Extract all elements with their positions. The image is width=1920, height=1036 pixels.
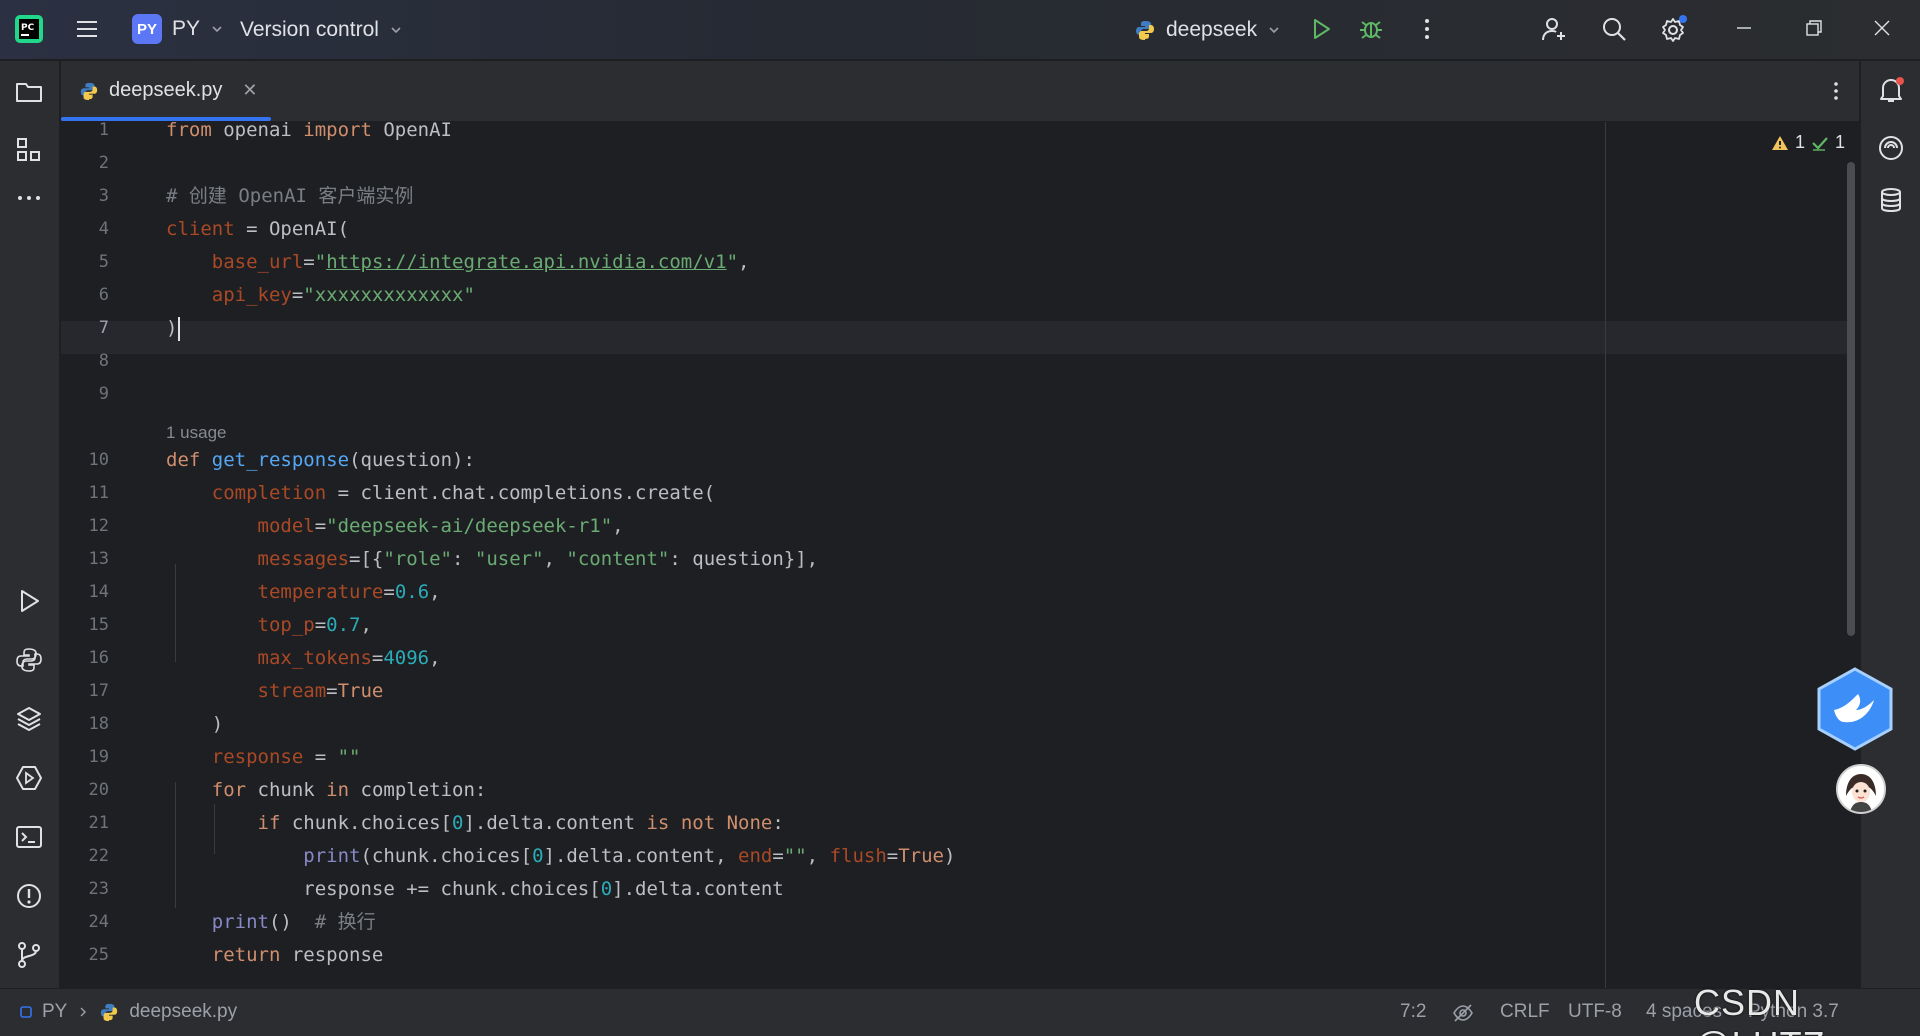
inspection-off-icon[interactable] <box>1452 1002 1474 1024</box>
chevron-right-icon <box>77 1006 89 1018</box>
main-menu-icon[interactable] <box>74 16 100 42</box>
usage-hint[interactable]: 1 usage <box>166 423 227 443</box>
python-console-icon[interactable] <box>14 645 44 675</box>
inspections-widget[interactable]: 1 1 <box>1771 132 1860 153</box>
python-file-icon <box>99 1002 119 1022</box>
project-badge: PY <box>132 14 162 44</box>
pycharm-logo-icon[interactable]: PC <box>14 14 44 44</box>
code-line: max_tokens=4096, <box>257 647 441 669</box>
breadcrumb: PY deepseek.py <box>20 1001 237 1023</box>
project-widget[interactable]: PY PY <box>132 14 224 44</box>
code-line: print() # 换行 <box>211 911 376 933</box>
terminal-icon[interactable] <box>14 822 44 852</box>
ok-count: 1 <box>1835 132 1846 152</box>
more-vertical-icon[interactable] <box>1414 16 1440 42</box>
title-bar: PC PY PY Version control deepseek <box>0 0 1920 60</box>
version-control-widget[interactable]: Version control <box>240 18 403 42</box>
code-line: return response <box>211 944 384 966</box>
close-window-icon[interactable] <box>1870 16 1894 40</box>
debug-bug-icon[interactable] <box>1358 16 1384 42</box>
close-tab-icon[interactable]: ✕ <box>242 80 257 101</box>
tab-label: deepseek.py <box>109 79 223 101</box>
code-editor[interactable]: 1 2 3 4 5 6 7 8 9 10 11 12 13 14 15 16 17 18 19 20 21 22 23 24 2… <box>61 122 1860 988</box>
problems-icon[interactable] <box>14 881 44 911</box>
minimize-icon[interactable] <box>1732 16 1756 40</box>
line-separator[interactable]: CRLF <box>1500 1001 1550 1023</box>
check-icon <box>1811 134 1829 152</box>
python-file-icon <box>79 81 99 101</box>
code-line: top_p=0.7, <box>257 614 372 636</box>
breadcrumb-project[interactable]: PY <box>42 1001 67 1023</box>
git-branch-icon[interactable] <box>14 940 44 970</box>
vertical-scrollbar[interactable] <box>1847 162 1855 636</box>
code-line: print(chunk.choices[0].delta.content, en… <box>303 845 956 867</box>
code-line: from openai import OpenAI <box>166 122 452 141</box>
code-line: # 创建 OpenAI 客户端实例 <box>166 185 414 207</box>
code-area: 1 usage from openai import OpenAI # 创建 Op… <box>61 122 1860 988</box>
search-icon[interactable] <box>1600 15 1628 43</box>
code-line: ) <box>166 713 224 735</box>
project-name: PY <box>172 17 201 40</box>
project-square-icon <box>20 1006 32 1018</box>
text-caret <box>178 316 181 341</box>
python-packages-icon[interactable] <box>14 704 44 734</box>
warnings-count: 1 <box>1795 132 1806 152</box>
warning-icon <box>1771 134 1789 152</box>
structure-icon[interactable] <box>14 135 44 165</box>
ai-bird-assistant-icon[interactable] <box>1812 666 1898 752</box>
code-line: temperature=0.6, <box>257 581 441 603</box>
code-line: def get_response(question): <box>166 449 475 471</box>
code-line: if chunk.choices[0].delta.content is not… <box>257 812 784 834</box>
file-encoding[interactable]: UTF-8 <box>1568 1001 1622 1023</box>
database-icon[interactable] <box>1876 185 1906 215</box>
gear-icon[interactable] <box>1658 14 1688 44</box>
code-line: for chunk in completion: <box>211 779 487 801</box>
run-tool-icon[interactable] <box>14 586 44 616</box>
python-icon <box>1134 19 1156 41</box>
status-bar: PY deepseek.py 7:2 CRLF UTF-8 4 spaces P… <box>0 988 1920 1036</box>
project-folder-icon[interactable] <box>14 77 44 107</box>
code-line: response = "" <box>211 746 361 768</box>
code-line: completion = client.chat.completions.cre… <box>211 482 716 504</box>
restore-window-icon[interactable] <box>1802 16 1826 40</box>
run-icon[interactable] <box>1308 16 1334 42</box>
chevron-down-icon <box>210 22 224 36</box>
code-line: messages=[{"role": "user", "content": qu… <box>257 548 819 570</box>
code-line: base_url="https://integrate.api.nvidia.c… <box>211 251 750 273</box>
tab-options-icon[interactable] <box>1824 79 1848 103</box>
chevron-down-icon <box>1267 23 1281 37</box>
run-configuration-selector[interactable]: deepseek <box>1134 18 1281 42</box>
right-tool-strip <box>1860 61 1920 988</box>
watermark: CSDN @LHTZ <box>1694 982 1825 1036</box>
add-user-icon[interactable] <box>1540 15 1568 43</box>
notifications-bell-icon[interactable] <box>1876 75 1906 105</box>
ide-window: PC PY PY Version control deepseek deepse… <box>0 0 1920 1036</box>
run-config-name: deepseek <box>1166 18 1258 41</box>
breadcrumb-file[interactable]: deepseek.py <box>129 1001 237 1023</box>
code-line: api_key="xxxxxxxxxxxxx" <box>211 284 475 306</box>
code-line: response += chunk.choices[0].delta.conte… <box>166 878 784 900</box>
editor-tab-bar: deepseek.py ✕ <box>61 61 1859 122</box>
avatar[interactable] <box>1836 764 1886 814</box>
vcs-label: Version control <box>240 18 379 41</box>
code-line: stream=True <box>257 680 384 702</box>
active-tab-indicator <box>61 117 271 121</box>
ai-assistant-icon[interactable] <box>1876 133 1906 163</box>
chevron-down-icon <box>389 23 403 37</box>
code-line: ) <box>166 312 181 345</box>
code-line: client = OpenAI( <box>166 218 350 240</box>
tab-deepseek-py[interactable]: deepseek.py ✕ <box>79 79 258 102</box>
more-horizontal-icon[interactable] <box>14 183 44 213</box>
services-icon[interactable] <box>14 763 44 793</box>
caret-position[interactable]: 7:2 <box>1400 1001 1426 1023</box>
left-tool-strip <box>0 61 60 988</box>
svg-text:PC: PC <box>21 23 35 33</box>
code-line: model="deepseek-ai/deepseek-r1", <box>257 515 624 537</box>
